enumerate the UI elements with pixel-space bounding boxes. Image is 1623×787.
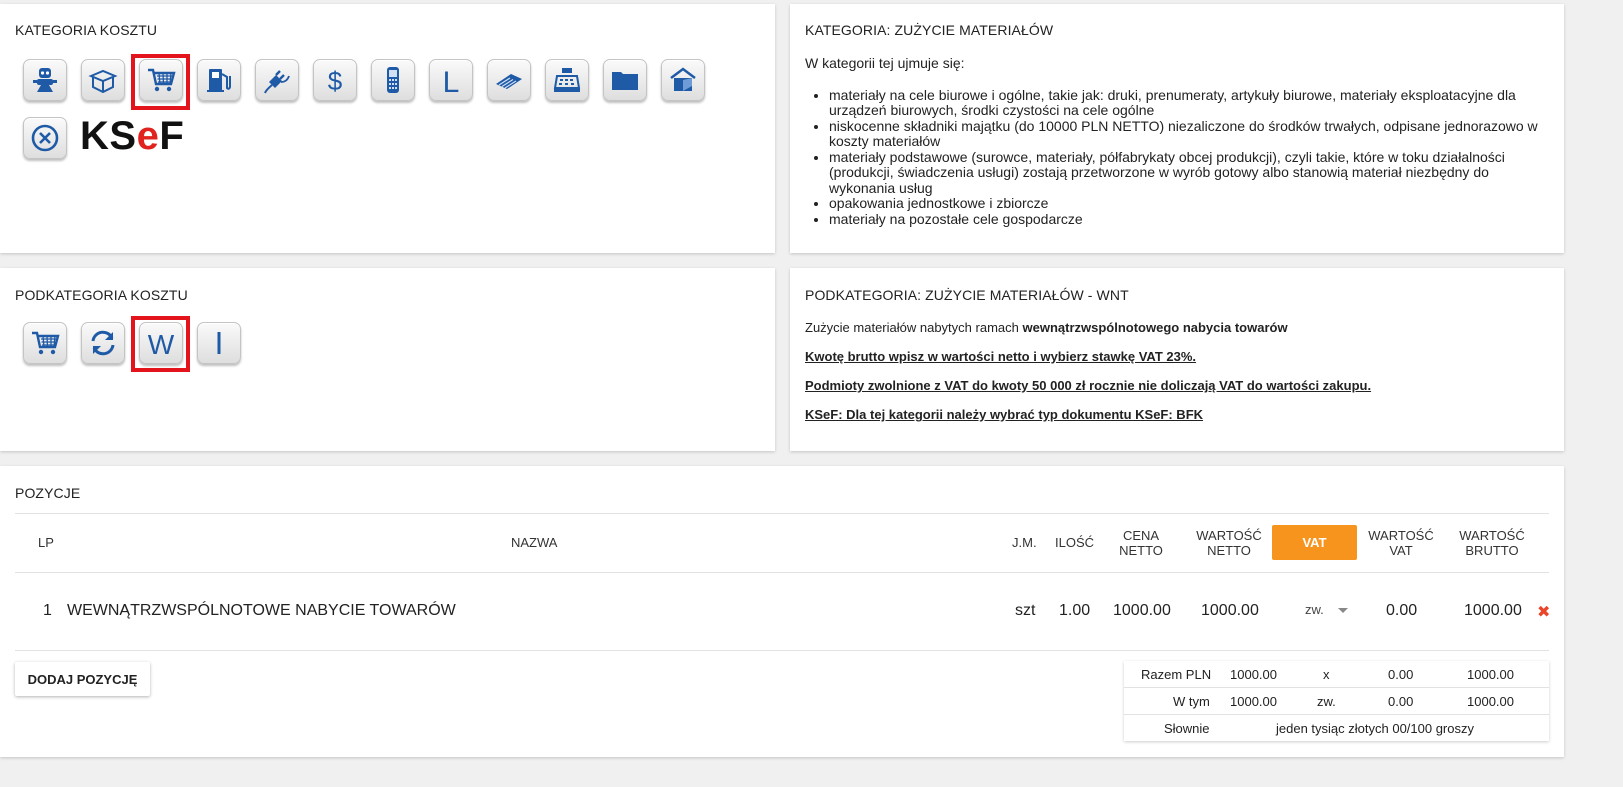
chevron-down-icon: [1338, 608, 1348, 613]
selected-category-highlight: [131, 54, 190, 110]
fuel-icon[interactable]: [197, 59, 241, 101]
list-item: materiały na pozostałe cele gospodarcze: [829, 211, 1550, 228]
summary-wtym-netto: 1000.00: [1230, 694, 1277, 709]
summary-razem-brutto: 1000.00: [1467, 667, 1514, 682]
kategoria-desc-card: KATEGORIA: ZUŻYCIE MATERIAŁÓW W kategori…: [790, 4, 1564, 253]
list-item: niskocenne składniki majątku (do 10000 P…: [829, 118, 1550, 150]
podkategoria-desc-line1: Zużycie materiałów nabytych ramach wewną…: [805, 320, 1288, 335]
kategoria-card: KATEGORIA KOSZTU $ L KSeF: [0, 4, 775, 253]
header-wartosc-brutto: WARTOŚĆ BRUTTO: [1459, 528, 1525, 558]
podkategoria-desc-line2: Kwotę brutto wpisz w wartości netto i wy…: [805, 349, 1197, 364]
header-lp: LP: [38, 535, 54, 550]
podkategoria-title: PODKATEGORIA KOSZTU: [15, 287, 188, 303]
list-item: materiały na cele biurowe i ogólne, taki…: [829, 87, 1550, 119]
svg-text:L: L: [443, 66, 460, 96]
cash-register-icon[interactable]: [545, 59, 589, 101]
row-wartosc-netto-input[interactable]: 1000.00: [1201, 602, 1259, 620]
summary-razem-vat: 0.00: [1388, 667, 1414, 682]
add-position-button[interactable]: DODAJ POZYCJĘ: [15, 662, 150, 696]
phone-icon[interactable]: [371, 59, 415, 101]
summary-wtym-brutto: 1000.00: [1467, 694, 1514, 709]
header-wartosc-netto: WARTOŚĆ NETTO: [1196, 528, 1262, 558]
header-cena-netto: CENA NETTO: [1119, 528, 1163, 558]
summary-razem-netto: 1000.00: [1230, 667, 1277, 682]
summary-slownie-value: jeden tysiąc złotych 00/100 groszy: [1276, 721, 1474, 736]
selected-subcategory-highlight: [131, 316, 190, 372]
divider: [1124, 714, 1549, 715]
vat-header-button[interactable]: VAT: [1272, 525, 1357, 560]
podkategoria-desc-title: PODKATEGORIA: ZUŻYCIE MATERIAŁÓW - WNT: [805, 287, 1129, 303]
delete-row-icon[interactable]: ✖: [1537, 602, 1550, 622]
letter-i-icon[interactable]: [197, 322, 241, 364]
header-jm: J.M.: [1012, 535, 1037, 550]
summary-wtym-label: W tym: [1173, 694, 1210, 709]
pozycje-title: POZYCJE: [15, 485, 81, 501]
row-nazwa-input[interactable]: WEWNĄTRZWSPÓLNOTOWE NABYCIE TOWARÓW: [67, 602, 456, 620]
kategoria-desc-body: W kategorii tej ujmuje się: materiały na…: [805, 55, 1550, 228]
letter-l-icon[interactable]: L: [429, 59, 473, 101]
summary-table: Razem PLN 1000.00 x 0.00 1000.00 W tym 1…: [1124, 661, 1549, 741]
svg-text:$: $: [328, 66, 343, 96]
kategoria-desc-list: materiały na cele biurowe i ogólne, taki…: [829, 87, 1550, 228]
divider: [15, 572, 1549, 573]
summary-razem-label: Razem PLN: [1141, 667, 1212, 682]
row-vat-value: zw.: [1305, 602, 1324, 617]
header-nazwa: NAZWA: [511, 535, 558, 550]
podkategoria-desc-card: PODKATEGORIA: ZUŻYCIE MATERIAŁÓW - WNT Z…: [790, 268, 1564, 451]
kategoria-desc-title: KATEGORIA: ZUŻYCIE MATERIAŁÓW: [805, 22, 1054, 38]
cart-icon[interactable]: [23, 322, 67, 364]
summary-wtym-vat: 0.00: [1388, 694, 1414, 709]
row-jm-input[interactable]: szt: [1015, 602, 1035, 620]
divider: [15, 513, 1549, 514]
row-lp: 1: [43, 602, 52, 619]
house-icon[interactable]: [661, 59, 705, 101]
folder-icon[interactable]: [603, 59, 647, 101]
pozycje-card: POZYCJE LP NAZWA J.M. ILOŚĆ CENA NETTO WA…: [0, 466, 1564, 757]
row-cena-input[interactable]: 1000.00: [1113, 602, 1171, 620]
podkategoria-card: PODKATEGORIA KOSZTU W: [0, 268, 775, 451]
summary-wtym-rate: zw.: [1317, 694, 1336, 709]
kategoria-desc-intro: W kategorii tej ujmuje się:: [805, 55, 965, 71]
list-item: materiały podstawowe (surowce, materiały…: [829, 149, 1550, 197]
row-wartosc-vat: 0.00: [1386, 602, 1418, 619]
robot-icon[interactable]: [23, 59, 67, 101]
podkategoria-desc-line3: Podmioty zwolnione z VAT do kwoty 50 000…: [805, 378, 1372, 393]
dollar-icon[interactable]: $: [313, 59, 357, 101]
podkategoria-desc-line4: KSeF: Dla tej kategorii należy wybrać ty…: [805, 407, 1204, 422]
calculator-icon[interactable]: [487, 59, 531, 101]
row-wartosc-brutto: 1000.00: [1464, 602, 1522, 619]
refresh-icon[interactable]: [81, 322, 125, 364]
summary-slownie-label: Słownie: [1164, 721, 1210, 736]
cancel-icon[interactable]: [23, 117, 67, 159]
list-item: opakowania jednostkowe i zbiorcze: [829, 195, 1550, 212]
header-ilosc: ILOŚĆ: [1055, 535, 1095, 550]
plug-icon[interactable]: [255, 59, 299, 101]
row-ilosc-input[interactable]: 1.00: [1059, 602, 1090, 620]
ksef-logo[interactable]: KSeF: [80, 114, 184, 159]
divider: [1124, 687, 1549, 688]
header-wartosc-vat: WARTOŚĆ VAT: [1368, 528, 1434, 558]
kategoria-title: KATEGORIA KOSZTU: [15, 22, 158, 38]
box-icon[interactable]: [81, 59, 125, 101]
divider: [15, 650, 1549, 651]
summary-razem-rate: x: [1323, 667, 1330, 682]
row-vat-select[interactable]: zw.: [1295, 600, 1351, 622]
